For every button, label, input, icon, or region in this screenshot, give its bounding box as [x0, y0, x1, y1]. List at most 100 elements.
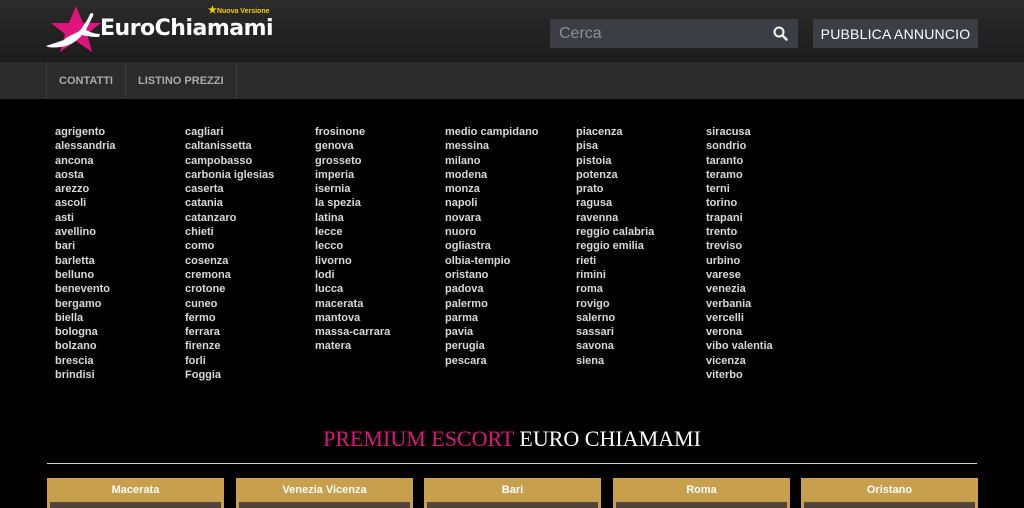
city-link[interactable]: viterbo	[706, 368, 831, 382]
city-link[interactable]: trapani	[706, 211, 831, 225]
city-link[interactable]: matera	[315, 339, 440, 353]
city-link[interactable]: crotone	[185, 282, 310, 296]
city-link[interactable]: mantova	[315, 311, 440, 325]
city-link[interactable]: forli	[185, 354, 310, 368]
city-link[interactable]: varese	[706, 268, 831, 282]
city-link[interactable]: padova	[445, 282, 570, 296]
search-button[interactable]	[762, 19, 798, 48]
city-link[interactable]: carbonia iglesias	[185, 168, 310, 182]
city-link[interactable]: verbania	[706, 297, 831, 311]
city-link[interactable]: milano	[445, 154, 570, 168]
logo[interactable]: EuroChiamami ★Nuova Versione	[44, 4, 274, 58]
city-link[interactable]: pisa	[576, 139, 701, 153]
city-link[interactable]: reggio calabria	[576, 225, 701, 239]
city-link[interactable]: ascoli	[55, 196, 180, 210]
city-link[interactable]: sassari	[576, 325, 701, 339]
city-link[interactable]: catanzaro	[185, 211, 310, 225]
premium-card[interactable]: Bari	[424, 478, 601, 508]
city-link[interactable]: arezzo	[55, 182, 180, 196]
city-link[interactable]: brescia	[55, 354, 180, 368]
city-link[interactable]: piacenza	[576, 125, 701, 139]
city-link[interactable]: pescara	[445, 354, 570, 368]
city-link[interactable]: rovigo	[576, 297, 701, 311]
city-link[interactable]: lodi	[315, 268, 440, 282]
city-link[interactable]: latina	[315, 211, 440, 225]
city-link[interactable]: belluno	[55, 268, 180, 282]
city-link[interactable]: alessandria	[55, 139, 180, 153]
city-link[interactable]: barletta	[55, 254, 180, 268]
city-link[interactable]: terni	[706, 182, 831, 196]
city-link[interactable]: rieti	[576, 254, 701, 268]
city-link[interactable]: roma	[576, 282, 701, 296]
city-link[interactable]: bergamo	[55, 297, 180, 311]
city-link[interactable]: taranto	[706, 154, 831, 168]
city-link[interactable]: bologna	[55, 325, 180, 339]
city-link[interactable]: palermo	[445, 297, 570, 311]
city-link[interactable]: bari	[55, 239, 180, 253]
city-link[interactable]: chieti	[185, 225, 310, 239]
city-link[interactable]: ogliastra	[445, 239, 570, 253]
publish-ad-button[interactable]: PUBBLICA ANNUNCIO	[813, 19, 978, 48]
city-link[interactable]: savona	[576, 339, 701, 353]
city-link[interactable]: perugia	[445, 339, 570, 353]
city-link[interactable]: novara	[445, 211, 570, 225]
city-link[interactable]: macerata	[315, 297, 440, 311]
city-link[interactable]: vercelli	[706, 311, 831, 325]
city-link[interactable]: cagliari	[185, 125, 310, 139]
city-link[interactable]: frosinone	[315, 125, 440, 139]
city-link[interactable]: rimini	[576, 268, 701, 282]
city-link[interactable]: lecco	[315, 239, 440, 253]
city-link[interactable]: vibo valentia	[706, 339, 831, 353]
city-link[interactable]: catania	[185, 196, 310, 210]
city-link[interactable]: reggio emilia	[576, 239, 701, 253]
premium-card[interactable]: Macerata	[47, 478, 224, 508]
city-link[interactable]: brindisi	[55, 368, 180, 382]
city-link[interactable]: caltanissetta	[185, 139, 310, 153]
city-link[interactable]: Foggia	[185, 368, 310, 382]
city-link[interactable]: firenze	[185, 339, 310, 353]
city-link[interactable]: olbia-tempio	[445, 254, 570, 268]
city-link[interactable]: medio campidano	[445, 125, 570, 139]
city-link[interactable]: salerno	[576, 311, 701, 325]
city-link[interactable]: oristano	[445, 268, 570, 282]
premium-card[interactable]: Oristano	[801, 478, 978, 508]
city-link[interactable]: la spezia	[315, 196, 440, 210]
premium-card[interactable]: Roma	[613, 478, 790, 508]
city-link[interactable]: lucca	[315, 282, 440, 296]
city-link[interactable]: pistoia	[576, 154, 701, 168]
city-link[interactable]: sondrio	[706, 139, 831, 153]
city-link[interactable]: messina	[445, 139, 570, 153]
city-link[interactable]: vicenza	[706, 354, 831, 368]
city-link[interactable]: lecce	[315, 225, 440, 239]
city-link[interactable]: venezia	[706, 282, 831, 296]
city-link[interactable]: genova	[315, 139, 440, 153]
city-link[interactable]: caserta	[185, 182, 310, 196]
city-link[interactable]: verona	[706, 325, 831, 339]
city-link[interactable]: asti	[55, 211, 180, 225]
city-link[interactable]: como	[185, 239, 310, 253]
city-link[interactable]: aosta	[55, 168, 180, 182]
city-link[interactable]: napoli	[445, 196, 570, 210]
premium-card[interactable]: Venezia Vicenza	[236, 478, 413, 508]
city-link[interactable]: avellino	[55, 225, 180, 239]
city-link[interactable]: siena	[576, 354, 701, 368]
city-link[interactable]: torino	[706, 196, 831, 210]
city-link[interactable]: fermo	[185, 311, 310, 325]
city-link[interactable]: trento	[706, 225, 831, 239]
city-link[interactable]: nuoro	[445, 225, 570, 239]
city-link[interactable]: siracusa	[706, 125, 831, 139]
city-link[interactable]: cosenza	[185, 254, 310, 268]
city-link[interactable]: isernia	[315, 182, 440, 196]
city-link[interactable]: ravenna	[576, 211, 701, 225]
city-link[interactable]: modena	[445, 168, 570, 182]
city-link[interactable]: urbino	[706, 254, 831, 268]
city-link[interactable]: teramo	[706, 168, 831, 182]
city-link[interactable]: massa-carrara	[315, 325, 440, 339]
city-link[interactable]: agrigento	[55, 125, 180, 139]
nav-contatti[interactable]: CONTATTI	[47, 62, 126, 99]
city-link[interactable]: potenza	[576, 168, 701, 182]
city-link[interactable]: livorno	[315, 254, 440, 268]
city-link[interactable]: cuneo	[185, 297, 310, 311]
city-link[interactable]: pavia	[445, 325, 570, 339]
nav-listino-prezzi[interactable]: LISTINO PREZZI	[126, 62, 237, 99]
